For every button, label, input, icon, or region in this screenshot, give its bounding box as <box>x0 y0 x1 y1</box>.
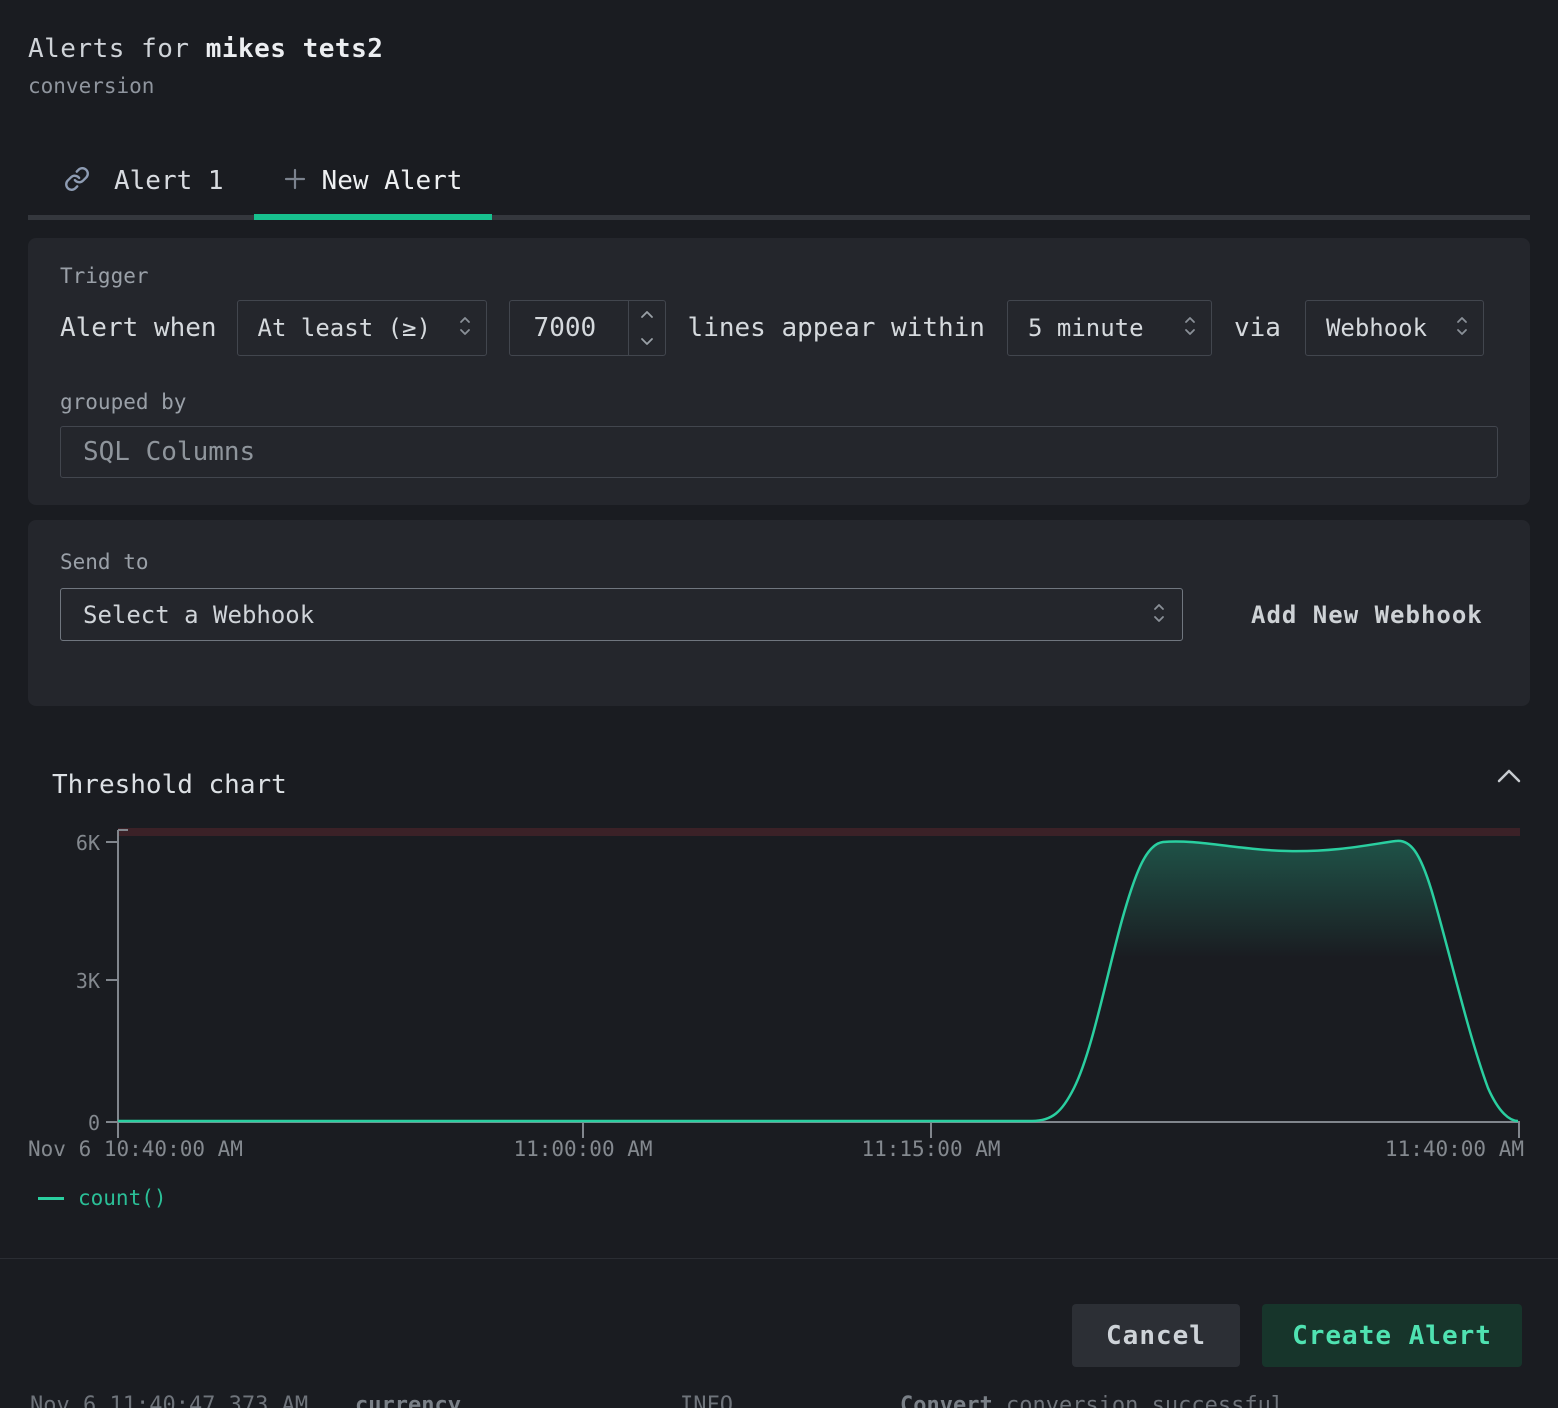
add-new-webhook-button[interactable]: Add New Webhook <box>1245 600 1489 630</box>
footer-divider <box>0 1258 1558 1259</box>
channel-value: Webhook <box>1326 314 1427 342</box>
xtick-1140: 11:40:00 AM <box>1385 1137 1524 1161</box>
tab-alert-1-label: Alert 1 <box>114 166 224 196</box>
chevron-up-icon <box>1496 768 1522 787</box>
time-window-select[interactable]: 5 minute <box>1007 300 1212 356</box>
webhook-select[interactable]: Select a Webhook <box>60 588 1183 641</box>
plus-icon <box>284 168 306 194</box>
grouped-by-input[interactable] <box>60 426 1498 478</box>
alert-modal: Alerts for mikes tets2 conversion Alert … <box>0 0 1558 1408</box>
page-title: Alerts for mikes tets2 <box>28 34 383 64</box>
threshold-zone <box>118 828 1520 836</box>
count-series-area <box>118 841 1518 1121</box>
log-level: INFO <box>680 1393 733 1408</box>
threshold-chart: 6K 3K 0 Nov 6 10:40:00 AM 11:00:00 AM 11… <box>0 808 1558 1173</box>
alert-when-text: Alert when <box>60 313 217 343</box>
channel-select[interactable]: Webhook <box>1305 300 1484 356</box>
spinner-up-icon[interactable] <box>629 301 665 328</box>
ytick-3k: 3K <box>76 969 100 993</box>
trigger-label: Trigger <box>60 264 1498 288</box>
chevron-up-down-icon <box>1152 601 1166 629</box>
tab-new-alert[interactable]: New Alert <box>254 146 492 215</box>
log-column: currency <box>355 1393 461 1408</box>
source-name: mikes tets2 <box>206 34 384 64</box>
create-alert-button[interactable]: Create Alert <box>1262 1304 1522 1367</box>
xtick-1100: 11:00:00 AM <box>513 1137 652 1161</box>
chart-legend-count[interactable]: count() <box>38 1186 167 1210</box>
comparator-value: At least (≥) <box>258 314 431 342</box>
lines-appear-text: lines appear within <box>688 313 985 343</box>
tab-alert-1[interactable]: Alert 1 <box>28 146 254 215</box>
log-message: Convert conversion successful <box>900 1393 993 1408</box>
page-subtitle: conversion <box>28 74 154 98</box>
chevron-up-down-icon <box>1183 314 1197 342</box>
trigger-row: Alert when At least (≥) <box>60 300 1498 356</box>
spinner-down-icon[interactable] <box>629 328 665 355</box>
xtick-1115: 11:15:00 AM <box>861 1137 1000 1161</box>
comparator-select[interactable]: At least (≥) <box>237 300 487 356</box>
chevron-up-down-icon <box>458 314 472 342</box>
threshold-chart-title: Threshold chart <box>52 770 287 800</box>
legend-label: count() <box>78 1186 167 1210</box>
grouped-by-label: grouped by <box>60 390 1498 414</box>
threshold-number-input <box>509 300 666 356</box>
number-spinner <box>628 301 665 355</box>
background-log-row: Nov 6 11:40:47.373 AM currency INFO Conv… <box>0 1393 1558 1408</box>
log-timestamp: Nov 6 11:40:47.373 AM <box>30 1393 308 1408</box>
send-to-row: Select a Webhook Add New Webhook <box>60 588 1498 641</box>
ytick-6k: 6K <box>76 831 100 855</box>
threshold-value-field[interactable] <box>510 301 628 355</box>
ytick-0: 0 <box>88 1111 100 1135</box>
link-icon <box>64 166 90 196</box>
via-text: via <box>1234 313 1281 343</box>
legend-line-swatch <box>38 1197 64 1200</box>
time-window-value: 5 minute <box>1028 314 1144 342</box>
xtick-1040: Nov 6 10:40:00 AM <box>28 1137 243 1161</box>
webhook-select-value: Select a Webhook <box>83 601 314 629</box>
chevron-up-down-icon <box>1455 314 1469 342</box>
send-to-panel: Send to Select a Webhook Add New Webhook <box>28 520 1530 706</box>
cancel-button[interactable]: Cancel <box>1072 1304 1240 1367</box>
tab-new-alert-label: New Alert <box>322 166 463 196</box>
send-to-label: Send to <box>60 550 1498 574</box>
x-axis-labels: Nov 6 10:40:00 AM 11:00:00 AM 11:15:00 A… <box>28 1137 1524 1161</box>
trigger-panel: Trigger Alert when At least (≥) <box>28 238 1530 505</box>
y-axis-labels: 6K 3K 0 <box>76 831 100 1135</box>
collapse-chart-button[interactable] <box>1494 764 1524 790</box>
alert-tabs: Alert 1 New Alert <box>28 146 1530 220</box>
